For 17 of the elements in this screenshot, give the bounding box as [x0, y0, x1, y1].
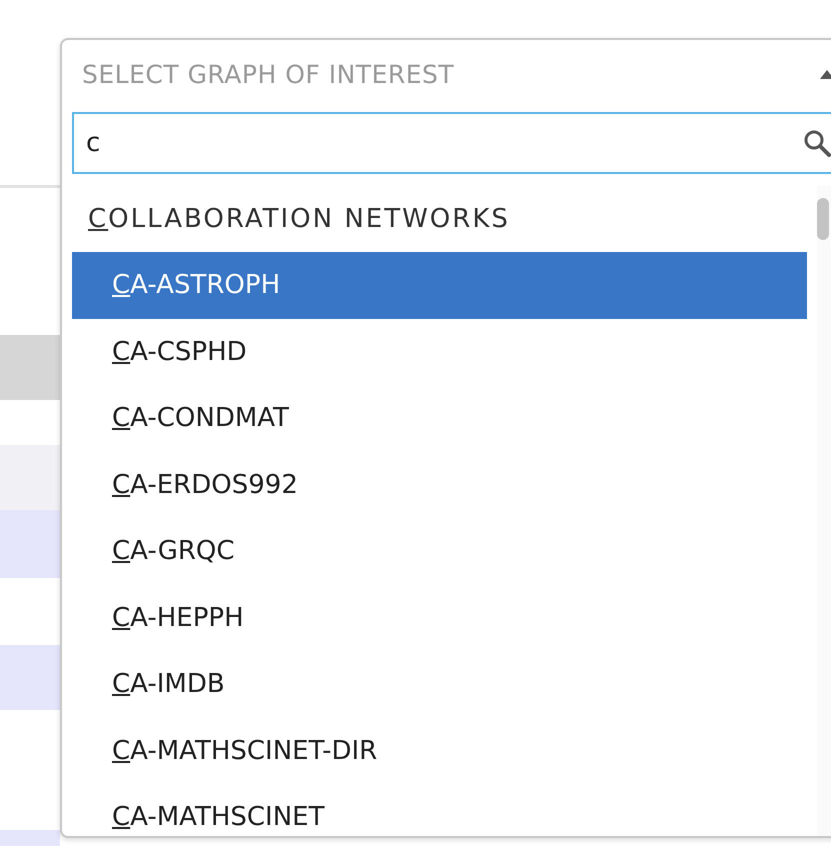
- page-background-band: [0, 335, 60, 400]
- dropdown-option[interactable]: CA-ERDOS992: [72, 452, 807, 518]
- dropdown-option[interactable]: CA-ASTROPH: [72, 252, 807, 318]
- dropdown-option[interactable]: CA-MATHSCINET: [72, 784, 807, 836]
- page-background-band: [0, 645, 60, 710]
- dropdown-option[interactable]: CA-MATHSCINET-DIR: [72, 718, 807, 784]
- dropdown-option[interactable]: CA-CONDMAT: [72, 385, 807, 452]
- group-heading: COLLABORATION NETWORKS: [87, 203, 511, 236]
- page-background-band: [0, 830, 60, 846]
- dropdown-option[interactable]: CA-CSPHD: [72, 318, 807, 385]
- search-icon: [802, 128, 831, 158]
- scrollbar[interactable]: [817, 186, 831, 836]
- dropdown-option[interactable]: CA-HEPPH: [72, 584, 807, 651]
- dropdown-option[interactable]: CA-GRQC: [72, 518, 807, 584]
- scrollbar-thumb[interactable]: [817, 198, 829, 240]
- search-field[interactable]: c: [72, 112, 831, 174]
- dropdown-option[interactable]: CA-IMDB: [72, 651, 807, 718]
